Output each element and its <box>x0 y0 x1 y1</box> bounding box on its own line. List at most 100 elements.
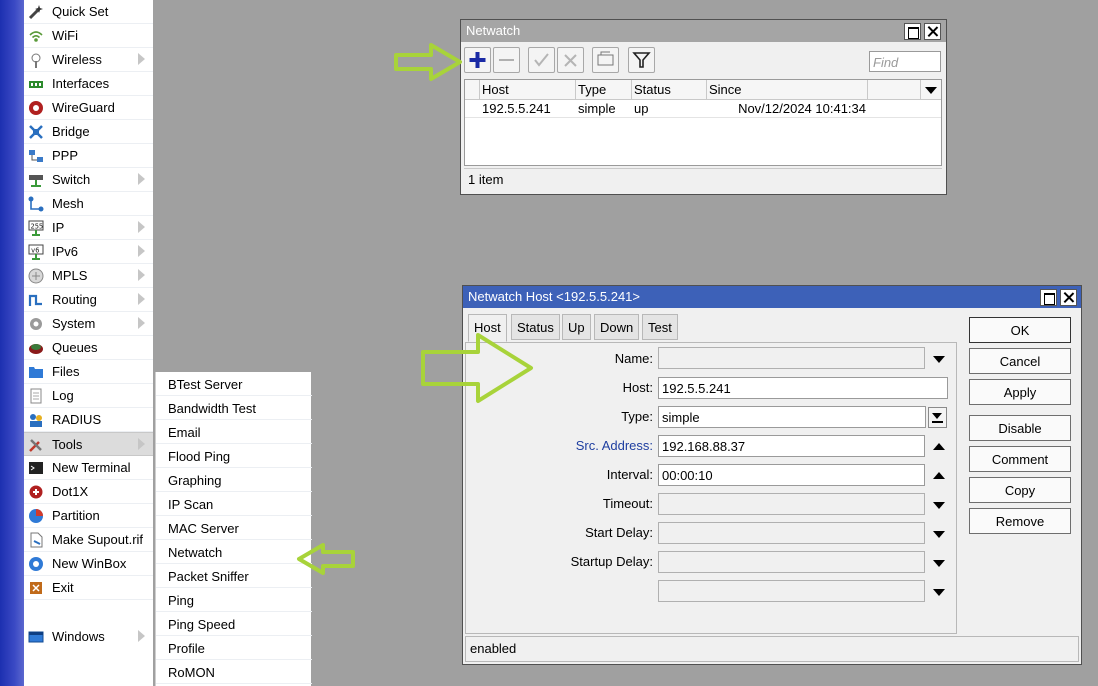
submenu-item-romon[interactable]: RoMON <box>156 660 312 684</box>
name-field[interactable] <box>658 347 925 369</box>
add-button[interactable] <box>464 47 491 73</box>
apply-button[interactable]: Apply <box>969 379 1071 405</box>
cancel-button[interactable]: Cancel <box>969 348 1071 374</box>
submenu-arrow-icon <box>138 221 145 233</box>
filter-button[interactable] <box>628 47 655 73</box>
close-button[interactable] <box>924 23 941 40</box>
submenu-item-netwatch[interactable]: Netwatch <box>156 540 312 564</box>
enable-button[interactable] <box>528 47 555 73</box>
dialog-status-bar: enabled <box>465 636 1079 662</box>
submenu-item-email[interactable]: Email <box>156 420 312 444</box>
submenu-item-ping-speed[interactable]: Ping Speed <box>156 612 312 636</box>
host-dialog-title: Netwatch Host <192.5.5.241> <box>463 286 1081 308</box>
submenu-item-label: BTest Server <box>168 377 243 392</box>
ok-button[interactable]: OK <box>969 317 1071 343</box>
expand-icon[interactable] <box>933 589 945 596</box>
expand-icon[interactable] <box>933 560 945 567</box>
menu-item-make-supout-rif[interactable]: Make Supout.rif <box>24 528 153 552</box>
expand-icon[interactable] <box>933 531 945 538</box>
startup-delay-field[interactable] <box>658 551 925 573</box>
disable-button[interactable]: Disable <box>969 415 1071 441</box>
host-field[interactable]: 192.5.5.241 <box>658 377 948 399</box>
submenu-item-packet-sniffer[interactable]: Packet Sniffer <box>156 564 312 588</box>
maximize-button[interactable] <box>904 23 921 40</box>
menu-item-radius[interactable]: RADIUS <box>24 408 153 432</box>
extra-field[interactable] <box>658 580 925 602</box>
menu-item-queues[interactable]: Queues <box>24 336 153 360</box>
column-since[interactable]: Since <box>709 82 742 97</box>
wand-icon <box>28 4 44 20</box>
start-delay-field[interactable] <box>658 522 925 544</box>
submenu-item-ip-scan[interactable]: IP Scan <box>156 492 312 516</box>
table-row[interactable]: 192.5.5.241 simple up Nov/12/2024 10:41:… <box>465 100 941 118</box>
menu-item-ppp[interactable]: PPP <box>24 144 153 168</box>
menu-item-new-terminal[interactable]: New Terminal <box>24 456 153 480</box>
folder-icon <box>28 364 44 380</box>
interval-field[interactable]: 00:00:10 <box>658 464 925 486</box>
maximize-button[interactable] <box>1040 289 1057 306</box>
menu-item-mesh[interactable]: Mesh <box>24 192 153 216</box>
menu-item-windows[interactable]: Windows <box>24 625 153 649</box>
comment-button[interactable]: Comment <box>969 446 1071 472</box>
startup-delay-label: Startup Delay: <box>570 554 653 569</box>
menu-item-interfaces[interactable]: Interfaces <box>24 72 153 96</box>
submenu-item-flood-ping[interactable]: Flood Ping <box>156 444 312 468</box>
menu-item-log[interactable]: Log <box>24 384 153 408</box>
menu-item-mpls[interactable]: MPLS <box>24 264 153 288</box>
remove-button[interactable] <box>493 47 520 73</box>
menu-item-system[interactable]: System <box>24 312 153 336</box>
menu-item-ip[interactable]: 255 IP <box>24 216 153 240</box>
comment-button[interactable] <box>592 47 619 73</box>
remove-button[interactable]: Remove <box>969 508 1071 534</box>
menu-item-partition[interactable]: Partition <box>24 504 153 528</box>
menu-item-wireguard[interactable]: WireGuard <box>24 96 153 120</box>
menu-item-wireless[interactable]: Wireless <box>24 48 153 72</box>
menu-item-ipv6[interactable]: v6 IPv6 <box>24 240 153 264</box>
menu-item-wifi[interactable]: WiFi <box>24 24 153 48</box>
menu-item-quick-set[interactable]: Quick Set <box>24 0 153 24</box>
menu-item-bridge[interactable]: Bridge <box>24 120 153 144</box>
menu-item-exit[interactable]: Exit <box>24 576 153 600</box>
column-host[interactable]: Host <box>482 82 509 97</box>
menu-item-dot1x[interactable]: Dot1X <box>24 480 153 504</box>
submenu-arrow-icon <box>138 245 145 257</box>
menu-item-files[interactable]: Files <box>24 360 153 384</box>
column-chooser-icon[interactable] <box>925 87 937 94</box>
copy-button[interactable]: Copy <box>969 477 1071 503</box>
submenu-item-btest-server[interactable]: BTest Server <box>156 372 312 396</box>
timeout-field[interactable] <box>658 493 925 515</box>
arrow-annotation-icon <box>421 333 533 403</box>
type-select-button[interactable] <box>928 407 947 428</box>
menu-item-label: Routing <box>52 292 97 307</box>
cell-status: up <box>634 101 649 116</box>
collapse-icon[interactable] <box>933 443 945 450</box>
submenu-item-profile[interactable]: Profile <box>156 636 312 660</box>
submenu-item-bandwidth-test[interactable]: Bandwidth Test <box>156 396 312 420</box>
column-type[interactable]: Type <box>578 82 606 97</box>
close-button[interactable] <box>1060 289 1077 306</box>
submenu-item-mac-server[interactable]: MAC Server <box>156 516 312 540</box>
type-label: Type: <box>621 409 653 424</box>
tab-down[interactable]: Down <box>594 314 640 340</box>
menu-item-routing[interactable]: Routing <box>24 288 153 312</box>
submenu-item-label: Ping Speed <box>168 617 236 632</box>
menu-item-tools[interactable]: Tools <box>24 432 153 456</box>
submenu-item-ping[interactable]: Ping <box>156 588 312 612</box>
tab-up[interactable]: Up <box>562 314 591 340</box>
name-dropdown-icon[interactable] <box>933 356 945 363</box>
src-address-field[interactable]: 192.168.88.37 <box>658 435 925 457</box>
menu-item-new-winbox[interactable]: New WinBox <box>24 552 153 576</box>
submenu-item-graphing[interactable]: Graphing <box>156 468 312 492</box>
menu-item-label: PPP <box>52 148 79 163</box>
menu-item-switch[interactable]: Switch <box>24 168 153 192</box>
find-input[interactable]: Find <box>869 51 941 72</box>
tab-test[interactable]: Test <box>642 314 678 340</box>
disable-button[interactable] <box>557 47 584 73</box>
collapse-icon[interactable] <box>933 472 945 479</box>
submenu-arrow-icon <box>138 293 145 305</box>
src-address-label[interactable]: Src. Address: <box>540 438 653 453</box>
mpls-icon <box>28 268 44 284</box>
expand-icon[interactable] <box>933 502 945 509</box>
column-status[interactable]: Status <box>634 82 671 97</box>
type-select[interactable]: simple <box>658 406 926 428</box>
